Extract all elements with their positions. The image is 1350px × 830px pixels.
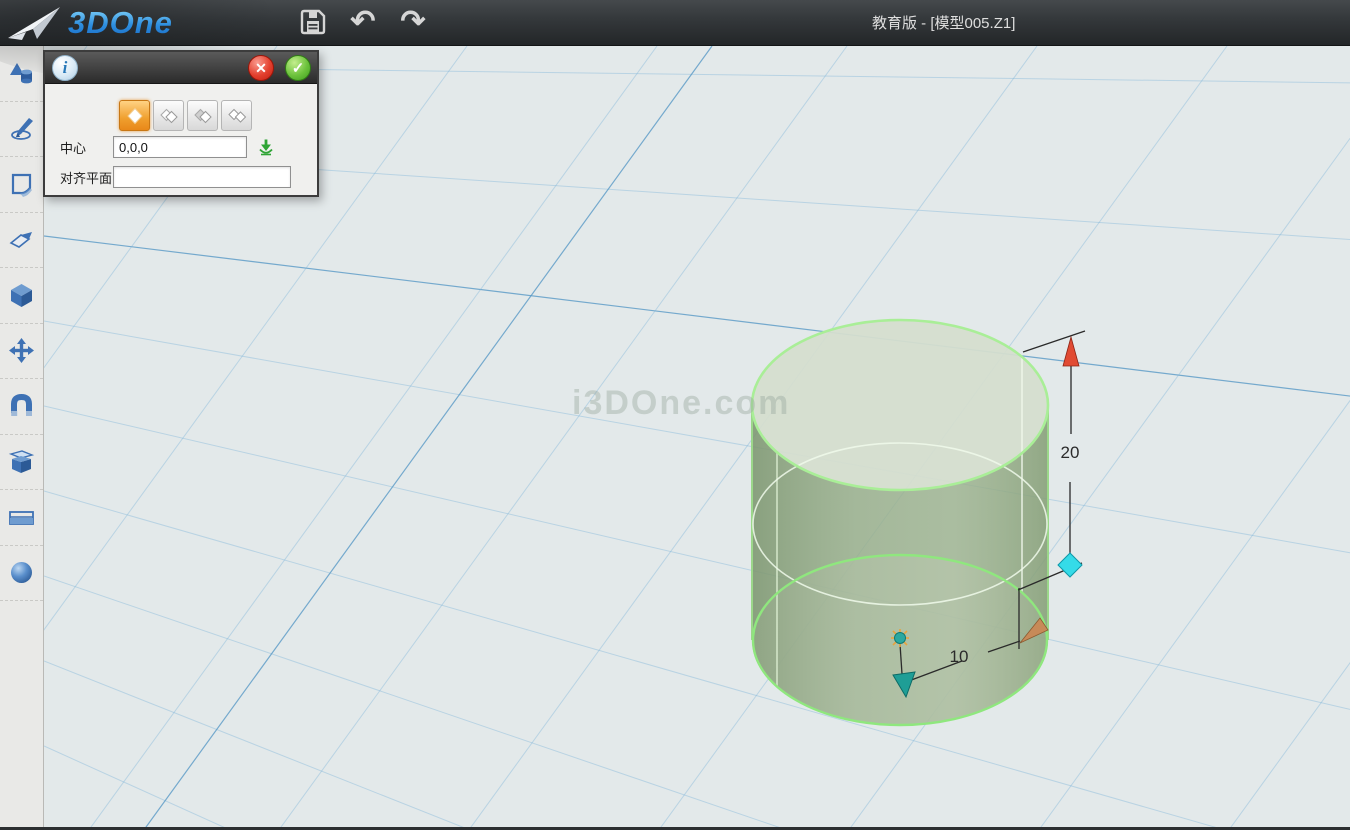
check-icon: ✓ [292,59,305,77]
info-button[interactable]: i [52,55,78,81]
sketch-plane-icon [8,171,35,198]
save-button[interactable] [296,4,330,40]
sidebar-item-magnet[interactable] [0,379,43,435]
section-plane-icon [8,504,35,531]
save-icon [299,8,327,36]
tool-sidebar [0,46,44,827]
add-solid-icon [159,106,179,126]
redo-icon: ↷ [400,7,425,37]
sidebar-item-section[interactable] [0,490,43,546]
point-picker-button[interactable] [256,137,276,157]
sidebar-item-move[interactable] [0,324,43,380]
sidebar-empty-space [0,601,43,827]
title-bar: 3DOne ↶ ↷ 教育版 - [模型005.Z1] [0,0,1350,46]
paper-plane-icon [6,2,62,44]
align-plane-label: 对齐平面 [45,168,113,187]
sidebar-item-sketch[interactable] [0,102,43,158]
logo-text: 3DOne [68,5,181,41]
redo-button[interactable]: ↷ [396,4,430,40]
height-arrow-cone[interactable] [1063,337,1079,366]
sidebar-item-eraser[interactable] [0,213,43,269]
combine-solids-icon [8,448,35,475]
undo-button[interactable]: ↶ [346,4,380,40]
magnet-snap-icon [8,393,35,420]
move-icon [8,337,35,364]
mode-base-solid-button[interactable] [119,100,150,131]
sidebar-item-combine[interactable] [0,435,43,491]
sidebar-item-sketch-plane[interactable] [0,157,43,213]
center-field-label: 中心 [45,138,113,157]
cancel-button[interactable]: ✕ [248,55,274,81]
height-drag-handle[interactable] [1058,553,1082,577]
mode-add-solid-button[interactable] [153,100,184,131]
confirm-button[interactable]: ✓ [285,55,311,81]
primitive-command-dialog: i ✕ ✓ [43,50,319,197]
sketch-pencil-icon [8,115,35,142]
subtract-solid-icon [193,106,213,126]
align-plane-field-row: 对齐平面 [45,166,291,188]
radius-dimension-value[interactable]: 10 [937,647,981,667]
window-title: 教育版 - [模型005.Z1] [872,12,1015,33]
center-field-row: 中心 [45,136,276,158]
sidebar-item-cube[interactable] [0,268,43,324]
undo-icon: ↶ [350,7,375,37]
info-icon: i [63,58,68,78]
material-sphere-icon [8,559,35,586]
center-point-marker[interactable] [891,629,909,647]
sidebar-item-material[interactable] [0,546,43,602]
center-input[interactable] [113,136,247,158]
close-icon: ✕ [255,60,267,77]
mode-intersect-solid-button[interactable] [221,100,252,131]
application-window: 3DOne ↶ ↷ 教育版 - [模型005.Z1] [0,0,1350,830]
eraser-icon [8,226,35,253]
cylinder-solid[interactable] [752,320,1048,726]
height-dimension-value[interactable]: 20 [1044,443,1096,463]
watermark: i3DOne.com [572,384,790,423]
align-plane-input[interactable] [113,166,291,188]
point-picker-icon [256,137,276,157]
base-solid-icon [125,106,145,126]
cube-extrude-icon [8,282,35,309]
intersect-solid-icon [227,106,247,126]
app-logo: 3DOne [6,2,181,44]
dialog-header[interactable]: i ✕ ✓ [45,52,317,84]
boolean-mode-row [45,84,317,131]
mode-subtract-solid-button[interactable] [187,100,218,131]
